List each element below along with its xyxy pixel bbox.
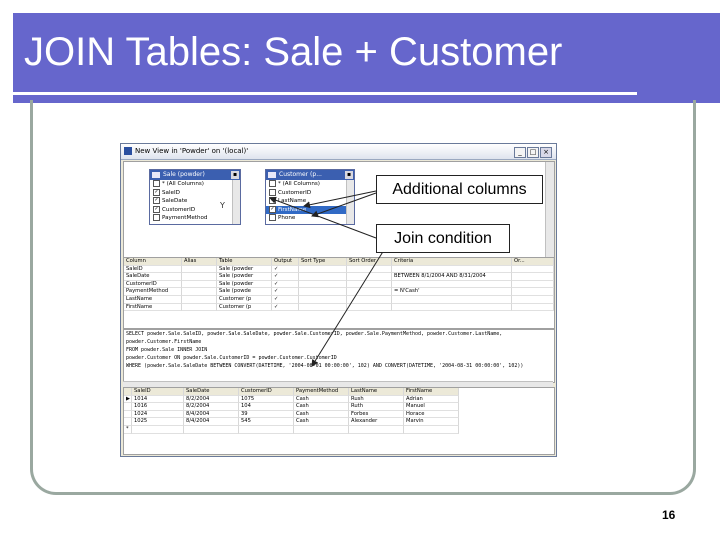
arrow-to-lastname xyxy=(303,190,377,209)
arrow-to-join-sql xyxy=(311,249,385,367)
arrow-to-join-line xyxy=(269,196,377,239)
additional-columns-callout: Additional columns xyxy=(376,175,543,204)
join-condition-callout: Join condition xyxy=(376,224,510,253)
arrow-to-firstname xyxy=(311,192,377,218)
callout-arrows xyxy=(269,190,385,367)
page-number: 16 xyxy=(662,508,676,522)
